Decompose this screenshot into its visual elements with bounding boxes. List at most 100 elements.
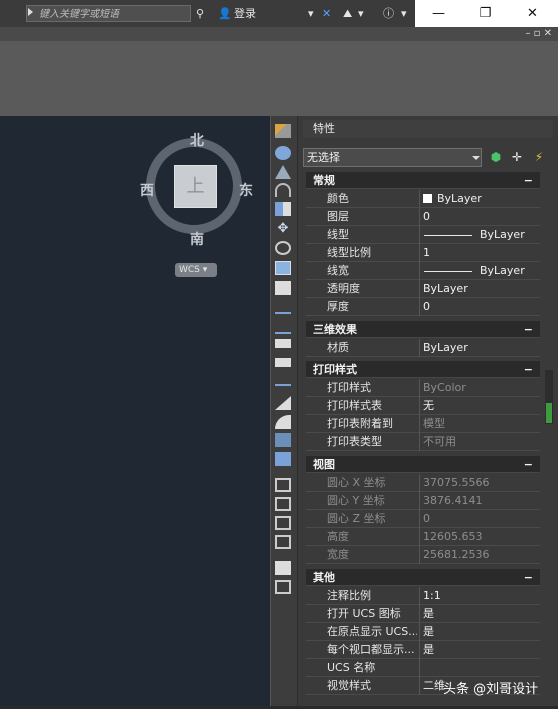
search-expand-icon[interactable]	[28, 8, 33, 16]
help-icon[interactable]: ⓘ	[383, 0, 394, 27]
property-row[interactable]: UCS 名称	[306, 659, 540, 677]
extend-tool-icon[interactable]	[275, 320, 291, 334]
break-tool-icon[interactable]	[275, 358, 291, 367]
rotate-tool-icon[interactable]	[275, 241, 291, 255]
offset-tool-icon[interactable]	[275, 183, 291, 197]
property-row[interactable]: 材质 ByLayer	[306, 339, 540, 357]
scale-tool-icon[interactable]	[275, 261, 291, 275]
hatch-to-back-icon[interactable]	[275, 580, 291, 594]
property-row[interactable]: 打印表类型 不可用	[306, 433, 540, 451]
chevron-down-icon[interactable]	[472, 156, 480, 160]
property-row[interactable]: 打印表附着到 模型	[306, 415, 540, 433]
section-plot-style[interactable]: 打印样式 −	[306, 361, 540, 378]
collapse-icon[interactable]: −	[524, 172, 533, 189]
property-value[interactable]: ByLayer	[423, 280, 468, 298]
draworder-front-icon[interactable]	[275, 478, 291, 492]
autodesk-app-icon[interactable]: ⛰	[343, 0, 352, 27]
property-value[interactable]: 是	[423, 641, 434, 659]
property-row[interactable]: 透明度 ByLayer	[306, 280, 540, 298]
section-general[interactable]: 常规 −	[306, 172, 540, 189]
dropdown-arrow-icon[interactable]: ▾	[308, 0, 314, 27]
stretch-tool-icon[interactable]	[275, 281, 291, 295]
dropdown-arrow-icon[interactable]: ▾	[358, 0, 364, 27]
property-row[interactable]: 线型比例 1	[306, 244, 540, 262]
user-icon[interactable]: 👤	[218, 0, 232, 27]
collapse-icon[interactable]: −	[524, 569, 533, 586]
explode-tool-icon[interactable]	[275, 452, 291, 466]
text-to-front-icon[interactable]	[275, 561, 291, 575]
compass-south[interactable]: 南	[190, 229, 204, 249]
section-misc[interactable]: 其他 −	[306, 569, 540, 586]
property-value[interactable]: 二维	[423, 677, 445, 695]
selection-dropdown[interactable]: 无选择	[303, 148, 482, 167]
property-row[interactable]: 打印样式表 无	[306, 397, 540, 415]
draworder-back-icon[interactable]	[275, 497, 291, 511]
drawing-window-controls[interactable]: – ▫ ✕	[525, 27, 552, 41]
minimize-button[interactable]: —	[415, 0, 462, 27]
quick-select-icon[interactable]: ⚡	[532, 149, 546, 165]
join-tool-icon[interactable]	[275, 378, 291, 386]
compass-east[interactable]: 东	[239, 180, 253, 200]
section-view-title: 视图	[313, 458, 335, 471]
dropdown-arrow-icon[interactable]: ▾	[401, 0, 407, 27]
copy-tool-icon[interactable]	[275, 146, 291, 160]
collapse-icon[interactable]: −	[524, 321, 533, 338]
array-tool-icon[interactable]	[275, 202, 291, 216]
property-row[interactable]: 打开 UCS 图标 是	[306, 605, 540, 623]
section-view[interactable]: 视图 −	[306, 456, 540, 473]
property-row[interactable]: 圆心 Z 坐标 0	[306, 510, 540, 528]
property-value[interactable]: ByLayer	[423, 339, 468, 357]
color-swatch-icon	[423, 194, 432, 203]
property-row[interactable]: 颜色 ByLayer	[306, 190, 540, 208]
property-row[interactable]: 厚度 0	[306, 298, 540, 316]
property-row[interactable]: 每个视口都显示... 是	[306, 641, 540, 659]
close-button[interactable]: ✕	[509, 0, 556, 27]
exchange-icon[interactable]: ✕	[322, 0, 331, 27]
select-objects-icon[interactable]: ✛	[510, 149, 524, 165]
property-row[interactable]: 在原点显示 UCS... 是	[306, 623, 540, 641]
menu-strip: – ▫ ✕	[0, 27, 558, 41]
property-value[interactable]: 1	[423, 244, 430, 262]
property-row[interactable]: 圆心 X 坐标 37075.5566	[306, 474, 540, 492]
property-value[interactable]: ByColor	[423, 379, 466, 397]
property-row[interactable]: 注释比例 1:1	[306, 587, 540, 605]
search-input[interactable]: 键入关键字或短语	[26, 5, 191, 22]
blend-curves-tool-icon[interactable]	[275, 433, 291, 447]
erase-tool-icon[interactable]	[275, 124, 291, 138]
property-value[interactable]: ByLayer	[437, 190, 482, 208]
property-value[interactable]: 0	[423, 208, 430, 226]
move-tool-icon[interactable]: ✥	[275, 222, 291, 236]
property-row[interactable]: 线型 ByLayer	[306, 226, 540, 244]
toggle-pickadd-icon[interactable]: ⬢	[489, 149, 503, 165]
wcs-menu-button[interactable]: WCS ▾	[175, 263, 217, 277]
scrollbar-thumb[interactable]	[546, 403, 552, 423]
compass-north[interactable]: 北	[190, 130, 204, 150]
login-link[interactable]: 登录	[234, 0, 256, 27]
property-value[interactable]: 不可用	[423, 433, 456, 451]
property-value[interactable]: 无	[423, 397, 434, 415]
property-row[interactable]: 高度 12605.653	[306, 528, 540, 546]
property-value[interactable]: 0	[423, 298, 430, 316]
property-row[interactable]: 图层 0	[306, 208, 540, 226]
property-row[interactable]: 圆心 Y 坐标 3876.4141	[306, 492, 540, 510]
compass-west[interactable]: 西	[140, 180, 154, 200]
property-value[interactable]: ByLayer	[480, 226, 525, 244]
property-value[interactable]: 模型	[423, 415, 445, 433]
property-value[interactable]: ByLayer	[480, 262, 525, 280]
draworder-under-icon[interactable]	[275, 535, 291, 549]
collapse-icon[interactable]: −	[524, 361, 533, 378]
property-value[interactable]: 是	[423, 623, 434, 641]
property-row[interactable]: 宽度 25681.2536	[306, 546, 540, 564]
property-value[interactable]: 1:1	[423, 587, 441, 605]
property-value[interactable]: 是	[423, 605, 434, 623]
viewcube-top-face[interactable]: 上	[174, 165, 217, 208]
collapse-icon[interactable]: −	[524, 456, 533, 473]
property-row[interactable]: 线宽 ByLayer	[306, 262, 540, 280]
draworder-above-icon[interactable]	[275, 516, 291, 530]
section-3d-effects[interactable]: 三维效果 −	[306, 321, 540, 338]
property-row[interactable]: 打印样式 ByColor	[306, 379, 540, 397]
trim-tool-icon[interactable]	[275, 300, 291, 314]
maximize-button[interactable]: ❐	[462, 0, 509, 27]
binoculars-icon[interactable]: ⚲	[196, 0, 204, 27]
break-at-point-tool-icon[interactable]	[275, 339, 291, 348]
